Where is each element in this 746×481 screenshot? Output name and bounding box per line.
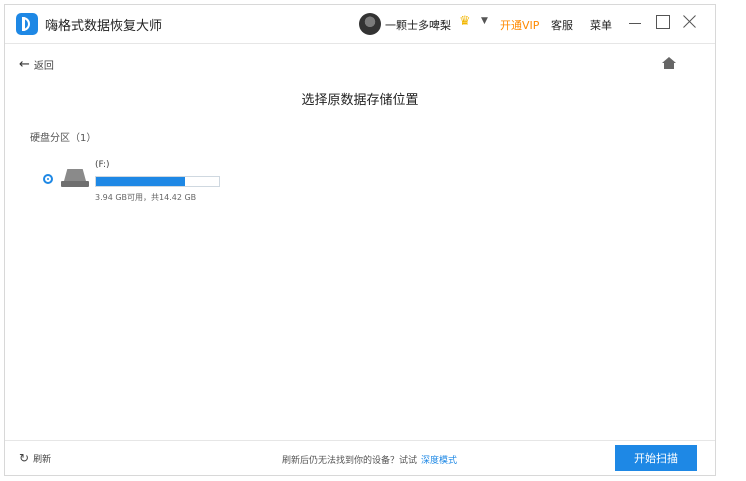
app-logo-icon (16, 13, 38, 35)
refresh-label: 刷新 (33, 454, 52, 465)
title-bar: 嗨格式数据恢复大师 一颗士多啤梨 ♛ ▼ 开通VIP 客服 菜单 (5, 5, 715, 44)
customer-service-button[interactable]: 客服 (551, 17, 573, 33)
back-label: 返回 (33, 61, 54, 72)
user-dropdown-icon[interactable]: ▼ (481, 16, 488, 26)
back-arrow-icon: ← (19, 57, 30, 72)
username[interactable]: 一颗士多啤梨 (385, 17, 451, 33)
home-icon[interactable] (662, 57, 676, 69)
hint-text: 刷新后仍无法找到你的设备？试试 (282, 456, 418, 466)
drive-item[interactable]: (F:) 3.94 GB可用，共14.42 GB (43, 156, 243, 206)
refresh-button[interactable]: ↻ 刷新 (19, 451, 51, 465)
back-button[interactable]: ← 返回 (19, 57, 54, 72)
hard-disk-icon (61, 169, 89, 187)
close-icon[interactable] (681, 13, 697, 29)
device-hint: 刷新后仍无法找到你的设备？试试 深度模式 (282, 453, 457, 466)
start-scan-button[interactable]: 开始扫描 (615, 445, 697, 471)
open-vip-link[interactable]: 开通VIP (500, 17, 539, 33)
menu-button[interactable]: 菜单 (590, 17, 612, 33)
drive-usage-bar (95, 176, 220, 187)
footer-bar: ↻ 刷新 刷新后仍无法找到你的设备？试试 深度模式 开始扫描 (5, 440, 715, 475)
app-title: 嗨格式数据恢复大师 (45, 19, 163, 34)
minimize-icon[interactable] (627, 15, 643, 31)
drive-radio[interactable] (43, 174, 53, 184)
page-title: 选择原数据存储位置 (301, 93, 419, 108)
refresh-icon: ↻ (19, 451, 30, 465)
crown-icon: ♛ (459, 14, 471, 29)
drive-capacity-info: 3.94 GB可用，共14.42 GB (95, 193, 197, 202)
maximize-icon[interactable] (656, 15, 670, 29)
user-avatar[interactable] (359, 13, 381, 35)
drive-usage-fill (96, 177, 186, 186)
disk-partition-label: 硬盘分区（1） (30, 133, 97, 144)
drive-name: (F:) (95, 160, 110, 170)
app-window: 嗨格式数据恢复大师 一颗士多啤梨 ♛ ▼ 开通VIP 客服 菜单 ← 返回 选择… (4, 4, 716, 476)
deep-mode-link[interactable]: 深度模式 (421, 456, 457, 466)
